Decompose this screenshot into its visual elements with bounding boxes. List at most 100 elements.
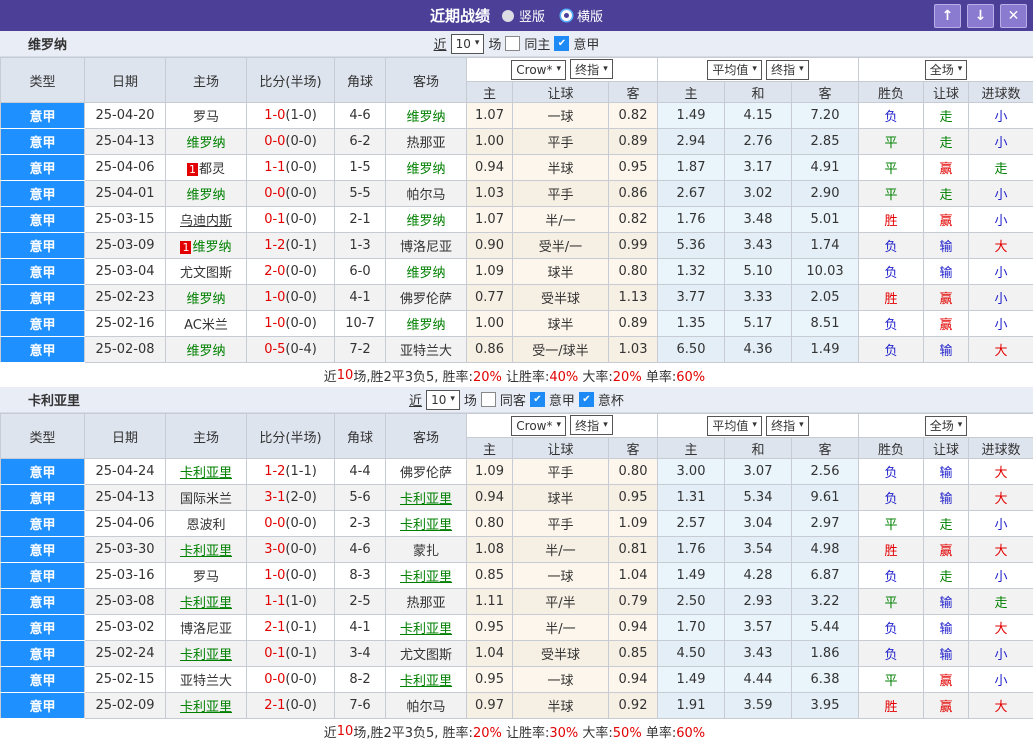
avg-draw-odds: 3.04 [725,511,792,537]
team-link[interactable]: 维罗纳 [186,188,225,203]
col-crow-home: 主 [467,438,513,459]
crow-handicap: 受半/一 [513,233,609,259]
avg-home-odds: 1.76 [658,537,725,563]
move-down-button[interactable]: ↓ [967,4,994,28]
team-link[interactable]: 帕尔马 [406,700,445,715]
horizontal-layout-radio[interactable]: 横版 [561,6,603,25]
corner-cell: 10-7 [335,311,386,337]
date-cell: 25-02-16 [85,311,166,337]
team-link[interactable]: 卡利亚里 [180,466,232,481]
average-select-value: 平均值 [712,61,748,78]
match-count-select[interactable]: 10 ▾ [451,34,485,54]
team-link[interactable]: 亚特兰大 [400,344,452,359]
team-link[interactable]: 卡利亚里 [180,648,232,663]
avg-stage-select[interactable]: 终指▾ [766,60,809,80]
halftime-score: (0-0) [285,186,316,201]
average-select[interactable]: 平均值▾ [707,416,762,436]
avg-away-odds: 1.49 [792,337,859,363]
team-link[interactable]: 尤文图斯 [400,648,452,663]
team-link[interactable]: 佛罗伦萨 [400,466,452,481]
team-link[interactable]: 蒙扎 [413,544,439,559]
crow-handicap: 半球 [513,155,609,181]
avg-draw-odds: 3.59 [725,693,792,719]
league-checkbox[interactable]: ✔ [579,392,594,407]
team-link[interactable]: 卡利亚里 [400,622,452,637]
rank-badge: 1 [187,163,198,176]
team-link[interactable]: 维罗纳 [186,136,225,151]
team-link[interactable]: 博洛尼亚 [180,622,232,637]
team-link[interactable]: 维罗纳 [186,292,225,307]
result-handicap: 输 [924,589,969,615]
team-link[interactable]: 维罗纳 [192,240,231,255]
crow-stage-select[interactable]: 终指▾ [570,415,613,435]
team-link[interactable]: 卡利亚里 [180,544,232,559]
layout-radio-group: 竖版 横版 [502,6,603,25]
vertical-layout-radio[interactable]: 竖版 [502,6,545,25]
team-link[interactable]: 亚特兰大 [180,674,232,689]
col-corner: 角球 [335,414,386,459]
team-link[interactable]: 国际米兰 [180,492,232,507]
fulltime-score: 1-1 [264,160,285,175]
result-goals: 大 [969,537,1033,563]
corner-cell: 5-6 [335,485,386,511]
crow-handicap: 一球 [513,563,609,589]
fulltime-select[interactable]: 全场 ▾ [925,416,968,436]
team-link[interactable]: 博洛尼亚 [400,240,452,255]
chevron-down-icon: ▾ [958,421,963,430]
team-link[interactable]: AC米兰 [184,318,228,333]
team-link[interactable]: 乌迪内斯 [180,214,232,229]
bookmaker-select[interactable]: Crow*▾ [511,60,566,80]
avg-stage-select[interactable]: 终指▾ [766,416,809,436]
team-link[interactable]: 热那亚 [406,596,445,611]
result-goals: 小 [969,641,1033,667]
crow-stage-select[interactable]: 终指▾ [570,59,613,79]
recent-link[interactable]: 近 [434,34,447,53]
recent-link[interactable]: 近 [409,390,422,409]
home-team-cell: 国际米兰 [166,485,247,511]
same-venue-checkbox[interactable] [481,392,496,407]
halftime-score: (0-0) [285,160,316,175]
team-link[interactable]: 帕尔马 [406,188,445,203]
fulltime-select[interactable]: 全场▾ [925,60,968,80]
crow-home-odds: 1.09 [467,259,513,285]
corner-cell: 4-1 [335,285,386,311]
team-link[interactable]: 维罗纳 [406,162,445,177]
team-link[interactable]: 卡利亚里 [180,700,232,715]
team-link[interactable]: 卡利亚里 [400,674,452,689]
team-link[interactable]: 卡利亚里 [180,596,232,611]
team-link[interactable]: 卡利亚里 [400,570,452,585]
match-count-select[interactable]: 10 ▾ [426,390,460,410]
summary-stat-label: 胜率: [443,726,473,741]
crow-home-odds: 0.95 [467,667,513,693]
same-venue-checkbox[interactable] [505,36,520,51]
league-checkbox[interactable]: ✔ [530,392,545,407]
team-link[interactable]: 维罗纳 [406,318,445,333]
close-button[interactable]: ✕ [1000,4,1027,28]
team-link[interactable]: 维罗纳 [406,214,445,229]
league-checkbox[interactable]: ✔ [554,36,569,51]
team-link[interactable]: 卡利亚里 [400,518,452,533]
fulltime-score: 1-0 [264,316,285,331]
avg-draw-odds: 5.10 [725,259,792,285]
team-link[interactable]: 佛罗伦萨 [400,292,452,307]
date-cell: 25-03-16 [85,563,166,589]
team-link[interactable]: 都灵 [199,162,225,177]
team-link[interactable]: 维罗纳 [186,344,225,359]
fulltime-select-value: 全场 [930,417,954,434]
team-link[interactable]: 尤文图斯 [180,266,232,281]
team-link[interactable]: 罗马 [193,110,219,125]
move-up-button[interactable]: ↑ [934,4,961,28]
fulltime-select-value: 全场 [930,61,954,78]
avg-draw-odds: 4.15 [725,103,792,129]
corner-cell: 8-3 [335,563,386,589]
team-link[interactable]: 卡利亚里 [400,492,452,507]
bookmaker-select[interactable]: Crow*▾ [511,416,566,436]
team-link[interactable]: 罗马 [193,570,219,585]
team-link[interactable]: 恩波利 [186,518,225,533]
average-select[interactable]: 平均值▾ [707,60,762,80]
away-team-cell: 热那亚 [386,129,467,155]
team-link[interactable]: 热那亚 [406,136,445,151]
team-link[interactable]: 维罗纳 [406,110,445,125]
team-link[interactable]: 维罗纳 [406,266,445,281]
filter-controls: 近 10 ▾ 场 同主 ✔意甲 [434,34,600,54]
